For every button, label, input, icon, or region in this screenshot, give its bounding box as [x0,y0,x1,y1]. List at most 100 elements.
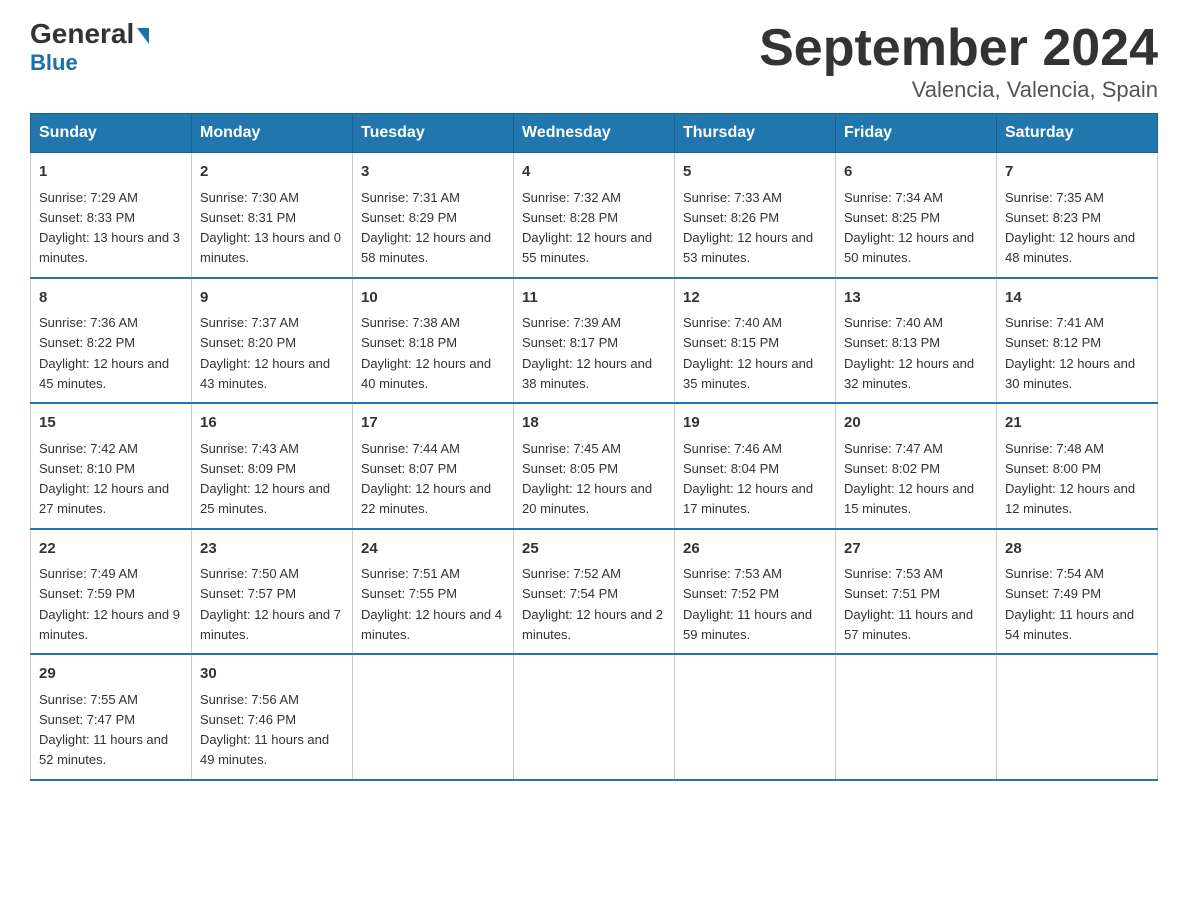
calendar-body: 1 Sunrise: 7:29 AMSunset: 8:33 PMDaylight… [31,153,1158,780]
day-info: Sunrise: 7:33 AMSunset: 8:26 PMDaylight:… [683,190,813,266]
logo-text: General [30,20,149,48]
calendar-cell: 17Sunrise: 7:44 AMSunset: 8:07 PMDayligh… [353,403,514,529]
day-number: 7 [1005,161,1149,184]
day-number: 14 [1005,287,1149,310]
day-info: Sunrise: 7:55 AMSunset: 7:47 PMDaylight:… [39,692,168,768]
logo-blue: Blue [30,50,78,76]
calendar-cell: 4 Sunrise: 7:32 AMSunset: 8:28 PMDaylight… [514,153,675,278]
day-info: Sunrise: 7:30 AMSunset: 8:31 PMDaylight:… [200,190,341,266]
calendar-cell: 1 Sunrise: 7:29 AMSunset: 8:33 PMDaylight… [31,153,192,278]
calendar-title: September 2024 [759,20,1158,77]
day-info: Sunrise: 7:36 AMSunset: 8:22 PMDaylight:… [39,315,169,391]
calendar-cell: 19 Sunrise: 7:46 AMSunset: 8:04 PMDayligh… [675,403,836,529]
calendar-subtitle: Valencia, Valencia, Spain [759,77,1158,103]
day-number: 29 [39,663,183,686]
day-number: 20 [844,412,988,435]
calendar-week-2: 8 Sunrise: 7:36 AMSunset: 8:22 PMDaylight… [31,278,1158,404]
calendar-cell: 9Sunrise: 7:37 AMSunset: 8:20 PMDaylight… [192,278,353,404]
logo: General Blue [30,20,149,76]
calendar-cell: 30 Sunrise: 7:56 AMSunset: 7:46 PMDayligh… [192,654,353,780]
day-info: Sunrise: 7:39 AMSunset: 8:17 PMDaylight:… [522,315,652,391]
calendar-cell [997,654,1158,780]
day-info: Sunrise: 7:53 AMSunset: 7:51 PMDaylight:… [844,566,973,642]
day-info: Sunrise: 7:46 AMSunset: 8:04 PMDaylight:… [683,441,813,517]
day-number: 4 [522,161,666,184]
day-info: Sunrise: 7:29 AMSunset: 8:33 PMDaylight:… [39,190,180,266]
day-info: Sunrise: 7:51 AMSunset: 7:55 PMDaylight:… [361,566,502,642]
calendar-cell [353,654,514,780]
day-number: 19 [683,412,827,435]
day-number: 28 [1005,538,1149,561]
day-info: Sunrise: 7:53 AMSunset: 7:52 PMDaylight:… [683,566,812,642]
day-number: 17 [361,412,505,435]
header-sunday: Sunday [31,114,192,153]
calendar-cell: 29 Sunrise: 7:55 AMSunset: 7:47 PMDayligh… [31,654,192,780]
day-number: 1 [39,161,183,184]
day-info: Sunrise: 7:54 AMSunset: 7:49 PMDaylight:… [1005,566,1134,642]
day-info: Sunrise: 7:43 AMSunset: 8:09 PMDaylight:… [200,441,330,517]
day-number: 18 [522,412,666,435]
header-wednesday: Wednesday [514,114,675,153]
day-info: Sunrise: 7:32 AMSunset: 8:28 PMDaylight:… [522,190,652,266]
calendar-header: Sunday Monday Tuesday Wednesday Thursday… [31,114,1158,153]
title-block: September 2024 Valencia, Valencia, Spain [759,20,1158,103]
calendar-cell: 28 Sunrise: 7:54 AMSunset: 7:49 PMDayligh… [997,529,1158,655]
calendar-cell: 8 Sunrise: 7:36 AMSunset: 8:22 PMDaylight… [31,278,192,404]
header-friday: Friday [836,114,997,153]
calendar-cell: 10 Sunrise: 7:38 AMSunset: 8:18 PMDayligh… [353,278,514,404]
day-number: 30 [200,663,344,686]
day-number: 11 [522,287,666,310]
day-number: 21 [1005,412,1149,435]
calendar-cell [514,654,675,780]
calendar-cell: 7 Sunrise: 7:35 AMSunset: 8:23 PMDaylight… [997,153,1158,278]
calendar-week-4: 22Sunrise: 7:49 AMSunset: 7:59 PMDayligh… [31,529,1158,655]
calendar-cell: 11 Sunrise: 7:39 AMSunset: 8:17 PMDayligh… [514,278,675,404]
calendar-cell: 13 Sunrise: 7:40 AMSunset: 8:13 PMDayligh… [836,278,997,404]
day-number: 15 [39,412,183,435]
calendar-cell: 23Sunrise: 7:50 AMSunset: 7:57 PMDayligh… [192,529,353,655]
day-number: 6 [844,161,988,184]
day-number: 26 [683,538,827,561]
calendar-cell: 22Sunrise: 7:49 AMSunset: 7:59 PMDayligh… [31,529,192,655]
calendar-cell: 20 Sunrise: 7:47 AMSunset: 8:02 PMDayligh… [836,403,997,529]
day-number: 12 [683,287,827,310]
day-info: Sunrise: 7:31 AMSunset: 8:29 PMDaylight:… [361,190,491,266]
calendar-cell: 5Sunrise: 7:33 AMSunset: 8:26 PMDaylight… [675,153,836,278]
day-number: 27 [844,538,988,561]
day-number: 13 [844,287,988,310]
day-info: Sunrise: 7:34 AMSunset: 8:25 PMDaylight:… [844,190,974,266]
calendar-cell: 15 Sunrise: 7:42 AMSunset: 8:10 PMDayligh… [31,403,192,529]
page-header: General Blue September 2024 Valencia, Va… [30,20,1158,103]
day-info: Sunrise: 7:40 AMSunset: 8:13 PMDaylight:… [844,315,974,391]
calendar-cell: 14 Sunrise: 7:41 AMSunset: 8:12 PMDayligh… [997,278,1158,404]
calendar-cell [675,654,836,780]
day-number: 9 [200,287,344,310]
calendar-cell: 27 Sunrise: 7:53 AMSunset: 7:51 PMDayligh… [836,529,997,655]
day-number: 24 [361,538,505,561]
calendar-cell: 26 Sunrise: 7:53 AMSunset: 7:52 PMDayligh… [675,529,836,655]
day-info: Sunrise: 7:41 AMSunset: 8:12 PMDaylight:… [1005,315,1135,391]
calendar-cell: 2 Sunrise: 7:30 AMSunset: 8:31 PMDaylight… [192,153,353,278]
calendar-cell: 6 Sunrise: 7:34 AMSunset: 8:25 PMDaylight… [836,153,997,278]
calendar-cell: 12 Sunrise: 7:40 AMSunset: 8:15 PMDayligh… [675,278,836,404]
day-info: Sunrise: 7:48 AMSunset: 8:00 PMDaylight:… [1005,441,1135,517]
day-number: 10 [361,287,505,310]
calendar-table: Sunday Monday Tuesday Wednesday Thursday… [30,113,1158,781]
day-number: 22 [39,538,183,561]
calendar-cell: 18 Sunrise: 7:45 AMSunset: 8:05 PMDayligh… [514,403,675,529]
calendar-week-5: 29 Sunrise: 7:55 AMSunset: 7:47 PMDayligh… [31,654,1158,780]
day-info: Sunrise: 7:45 AMSunset: 8:05 PMDaylight:… [522,441,652,517]
day-info: Sunrise: 7:40 AMSunset: 8:15 PMDaylight:… [683,315,813,391]
day-number: 3 [361,161,505,184]
day-number: 2 [200,161,344,184]
day-info: Sunrise: 7:56 AMSunset: 7:46 PMDaylight:… [200,692,329,768]
day-info: Sunrise: 7:47 AMSunset: 8:02 PMDaylight:… [844,441,974,517]
day-info: Sunrise: 7:52 AMSunset: 7:54 PMDaylight:… [522,566,663,642]
header-saturday: Saturday [997,114,1158,153]
calendar-week-1: 1 Sunrise: 7:29 AMSunset: 8:33 PMDaylight… [31,153,1158,278]
day-info: Sunrise: 7:38 AMSunset: 8:18 PMDaylight:… [361,315,491,391]
day-info: Sunrise: 7:42 AMSunset: 8:10 PMDaylight:… [39,441,169,517]
day-number: 8 [39,287,183,310]
header-thursday: Thursday [675,114,836,153]
day-info: Sunrise: 7:35 AMSunset: 8:23 PMDaylight:… [1005,190,1135,266]
